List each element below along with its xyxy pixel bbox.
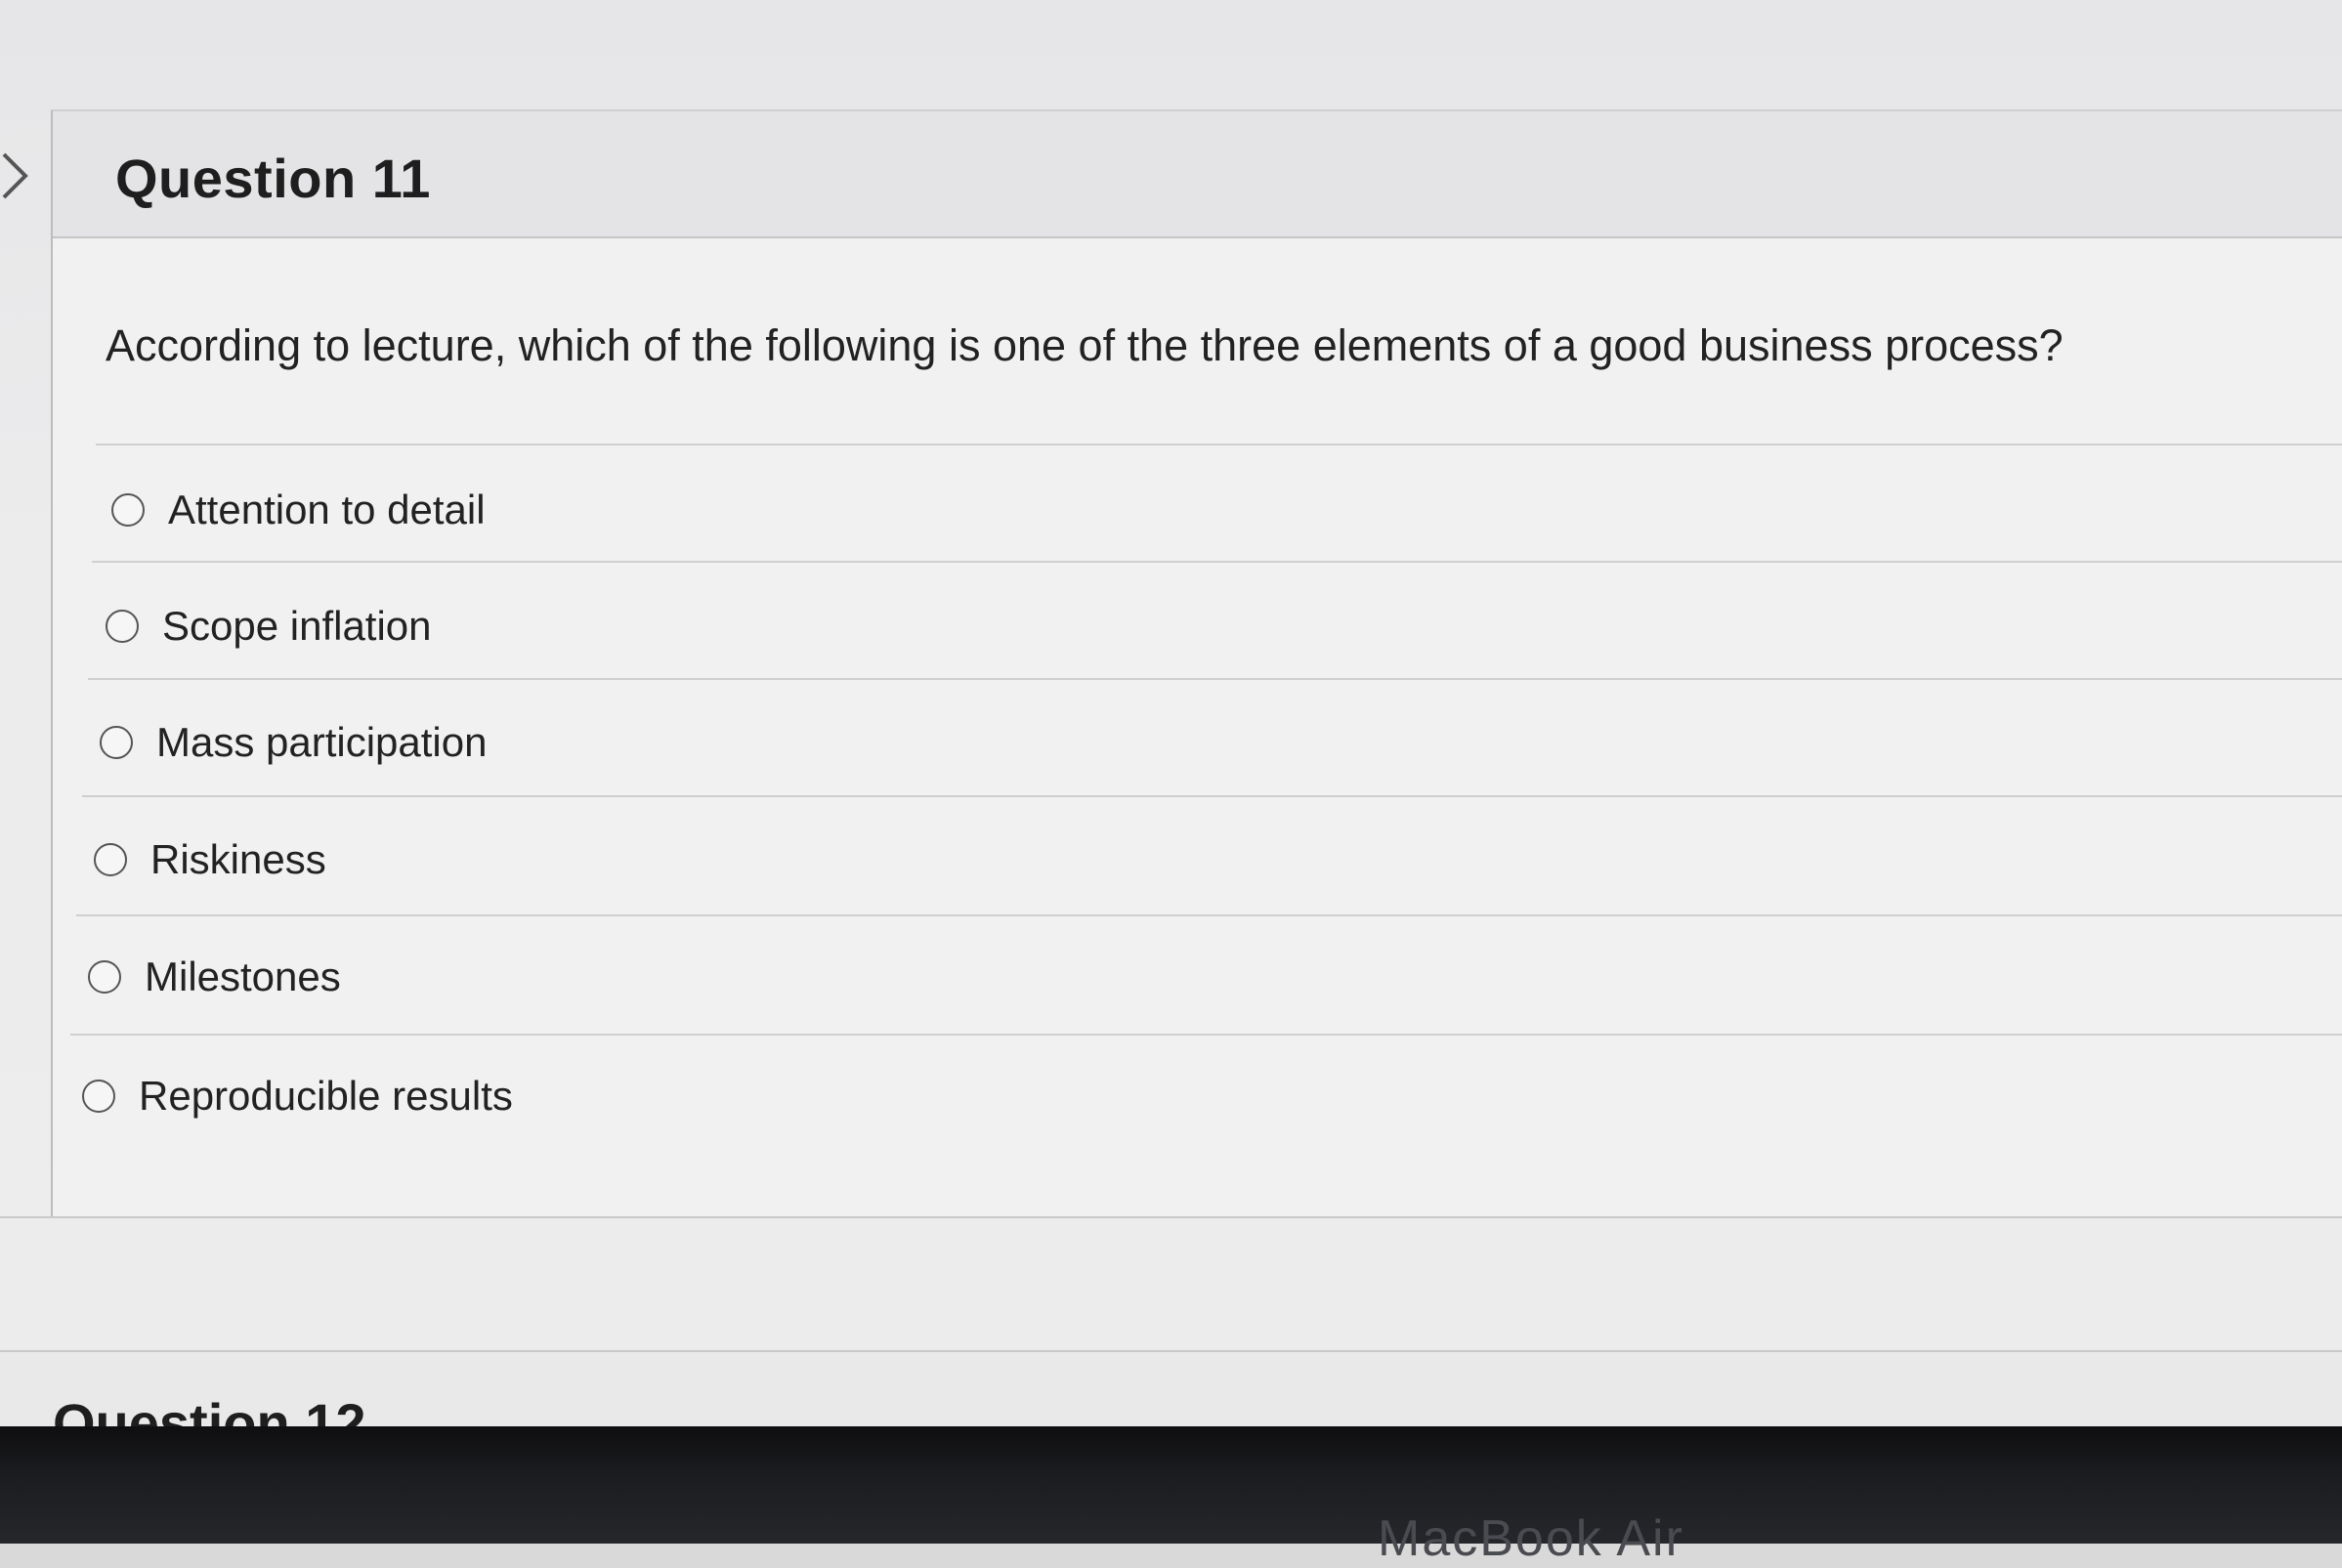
divider	[76, 914, 2342, 916]
chevron-right-icon[interactable]	[0, 147, 29, 205]
answer-option-scope-inflation[interactable]: Scope inflation	[106, 587, 432, 665]
question-title: Question 11	[115, 148, 431, 209]
answer-option-label: Scope inflation	[162, 603, 432, 649]
answer-option-label: Milestones	[145, 954, 341, 999]
answer-option-reproducible-results[interactable]: Reproducible results	[82, 1057, 513, 1135]
laptop-bezel: MacBook Air	[0, 1426, 2342, 1567]
answer-option-attention-to-detail[interactable]: Attention to detail	[111, 471, 486, 549]
question-prompt: According to lecture, which of the follo…	[106, 320, 2064, 370]
question-header: Question 11	[53, 111, 2342, 238]
divider	[82, 795, 2342, 797]
radio-button[interactable]	[94, 843, 127, 876]
radio-button[interactable]	[88, 960, 121, 994]
next-question-title: Question 12	[53, 1392, 366, 1426]
radio-button[interactable]	[100, 726, 133, 759]
divider	[70, 1034, 2342, 1036]
radio-button[interactable]	[106, 610, 139, 643]
answer-option-label: Riskiness	[150, 836, 326, 882]
answer-option-mass-participation[interactable]: Mass participation	[100, 703, 487, 782]
divider	[92, 561, 2342, 563]
divider	[96, 444, 2342, 445]
quiz-screen: Question 11 According to lecture, which …	[0, 0, 2342, 1426]
radio-button[interactable]	[82, 1080, 115, 1113]
answer-option-label: Attention to detail	[168, 487, 486, 532]
answer-option-label: Mass participation	[156, 719, 488, 765]
answer-option-milestones[interactable]: Milestones	[88, 938, 341, 1016]
question-card: Question 11 According to lecture, which …	[51, 109, 2342, 1220]
bezel-label: MacBook Air	[1378, 1510, 1684, 1567]
answer-option-label: Reproducible results	[139, 1073, 513, 1119]
divider	[88, 678, 2342, 680]
answer-option-riskiness[interactable]: Riskiness	[94, 821, 326, 899]
radio-button[interactable]	[111, 493, 145, 527]
spacer-area	[0, 1216, 2342, 1355]
next-question-card: Question 12	[0, 1350, 2342, 1426]
